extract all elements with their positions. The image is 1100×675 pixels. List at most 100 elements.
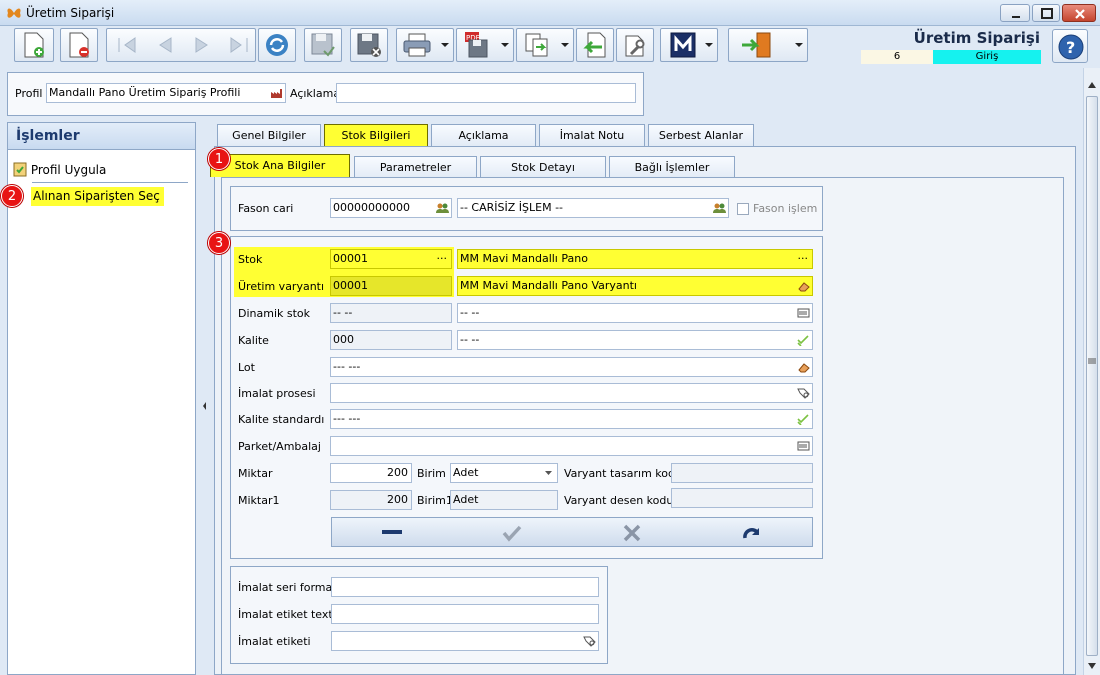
x-cancel-icon[interactable]: [623, 524, 641, 542]
redo-icon[interactable]: [742, 524, 762, 542]
double-check-icon[interactable]: [797, 413, 810, 425]
tab-general[interactable]: Genel Bilgiler: [217, 124, 321, 146]
stock-name-input[interactable]: MM Mavi Mandallı Pano ···: [457, 249, 813, 269]
minus-icon[interactable]: [382, 530, 402, 535]
lot-input[interactable]: --- ---: [330, 357, 813, 377]
copy-button[interactable]: [516, 28, 574, 62]
apply-profile-item[interactable]: Profil Uygula: [13, 161, 106, 177]
variant-code-value: 00001: [333, 279, 368, 292]
scroll-thumb[interactable]: [1086, 96, 1098, 656]
description-input[interactable]: [336, 83, 636, 103]
stock-lookup-dots[interactable]: ···: [437, 250, 448, 268]
dynamic-stock-name[interactable]: -- --: [457, 303, 813, 323]
stock-name-value: MM Mavi Mandallı Pano: [460, 252, 588, 265]
subtab-parameters[interactable]: Parametreler: [354, 156, 477, 178]
help-button[interactable]: ?: [1052, 29, 1088, 63]
first-record-icon[interactable]: [116, 36, 138, 54]
barcode-icon[interactable]: [797, 307, 810, 319]
tab-manufacturing-note[interactable]: İmalat Notu: [539, 124, 645, 146]
delete-document-icon: [69, 32, 89, 58]
people-icon[interactable]: [436, 202, 449, 214]
last-record-icon[interactable]: [228, 36, 250, 54]
unit-select[interactable]: Adet: [450, 463, 558, 483]
eraser-icon[interactable]: [797, 361, 810, 373]
collapse-arrow-icon: [203, 402, 206, 410]
tab-description[interactable]: Açıklama: [431, 124, 536, 146]
minimize-button[interactable]: [1000, 4, 1030, 22]
previous-record-icon[interactable]: [156, 36, 174, 54]
subtab-stock-detail[interactable]: Stok Detayı: [480, 156, 606, 178]
double-check-icon[interactable]: [797, 334, 810, 346]
label-label: İmalat etiketi: [238, 635, 311, 648]
quality-code[interactable]: 000: [330, 330, 452, 350]
m-menu-button[interactable]: [660, 28, 718, 62]
variant-pattern-code-input[interactable]: [671, 488, 813, 508]
next-record-icon[interactable]: [193, 36, 211, 54]
import-button[interactable]: [576, 28, 614, 62]
factory-icon[interactable]: [270, 87, 283, 99]
stock-code-input[interactable]: 00001 ···: [330, 249, 452, 269]
quantity1-label: Miktar1: [238, 494, 280, 507]
tools-button[interactable]: [616, 28, 654, 62]
refresh-button[interactable]: [258, 28, 296, 62]
select-from-order-item[interactable]: Alınan Siparişten Seç: [31, 187, 164, 206]
variant-label: Üretim varyantı: [238, 280, 325, 293]
people-icon[interactable]: [713, 202, 726, 214]
variant-name-input[interactable]: MM Mavi Mandallı Pano Varyantı: [457, 276, 813, 296]
vertical-scrollbar[interactable]: [1083, 68, 1100, 675]
fason-checkbox[interactable]: [737, 203, 749, 215]
variant-code-input[interactable]: 00001: [330, 276, 452, 296]
barcode-icon[interactable]: [797, 440, 810, 452]
print-button[interactable]: [396, 28, 454, 62]
clipboard-check-icon: [13, 162, 27, 177]
copy-documents-icon: [525, 33, 548, 57]
checkmark-icon[interactable]: [502, 524, 522, 542]
title-bar: Üretim Siparişi: [0, 0, 1100, 26]
tab-stock-info[interactable]: Stok Bilgileri: [324, 124, 428, 146]
panel-splitter[interactable]: [198, 122, 208, 675]
label-text-input[interactable]: [331, 604, 599, 624]
close-button[interactable]: [1062, 4, 1096, 22]
new-button[interactable]: [14, 28, 54, 62]
scroll-up-icon[interactable]: [1088, 82, 1096, 88]
scroll-down-icon[interactable]: [1088, 663, 1096, 669]
subtab-stock-main[interactable]: Stok Ana Bilgiler: [210, 154, 350, 177]
variant-design-code-input[interactable]: [671, 463, 813, 483]
tab-free-fields[interactable]: Serbest Alanlar: [648, 124, 754, 146]
label-input[interactable]: [331, 631, 599, 651]
save-button[interactable]: [304, 28, 342, 62]
dynamic-stock-code[interactable]: -- --: [330, 303, 452, 323]
quantity1-input[interactable]: 200: [330, 490, 412, 510]
grip-icon: [1088, 358, 1096, 364]
data-navigator: [331, 517, 813, 547]
tag-search-icon[interactable]: [797, 387, 810, 399]
quality-name-value: -- --: [460, 333, 480, 346]
process-input[interactable]: [330, 383, 813, 403]
label-text-label: İmalat etiket text: [238, 608, 333, 621]
window-title: Üretim Siparişi: [26, 6, 115, 20]
save-close-icon: [357, 33, 381, 57]
maximize-button[interactable]: [1032, 4, 1060, 22]
fason-code-input[interactable]: 00000000000: [330, 198, 452, 218]
step-badge-3: 3: [208, 232, 230, 254]
description-label: Açıklama: [290, 87, 341, 100]
quality-standard-input[interactable]: --- ---: [330, 409, 813, 429]
select-from-order-label: Alınan Siparişten Seç: [33, 189, 160, 203]
quantity-input[interactable]: 200: [330, 463, 412, 483]
mode-badge: Giriş: [933, 50, 1041, 64]
stock-name-dots[interactable]: ···: [798, 250, 809, 268]
package-input[interactable]: [330, 436, 813, 456]
delete-button[interactable]: [60, 28, 98, 62]
eraser-icon[interactable]: [797, 280, 810, 292]
exit-button[interactable]: [728, 28, 808, 62]
pdf-export-button[interactable]: PDF: [456, 28, 514, 62]
fason-name-input[interactable]: -- CARİSİZ İŞLEM --: [457, 198, 729, 218]
step-badge-2: 2: [1, 185, 23, 207]
profile-field[interactable]: Mandallı Pano Üretim Sipariş Profili: [46, 83, 286, 103]
quality-name[interactable]: -- --: [457, 330, 813, 350]
maximize-icon: [1041, 8, 1053, 19]
save-close-button[interactable]: [350, 28, 388, 62]
tag-search-icon[interactable]: [583, 635, 596, 647]
serial-format-input[interactable]: [331, 577, 599, 597]
subtab-linked-operations[interactable]: Bağlı İşlemler: [609, 156, 735, 178]
